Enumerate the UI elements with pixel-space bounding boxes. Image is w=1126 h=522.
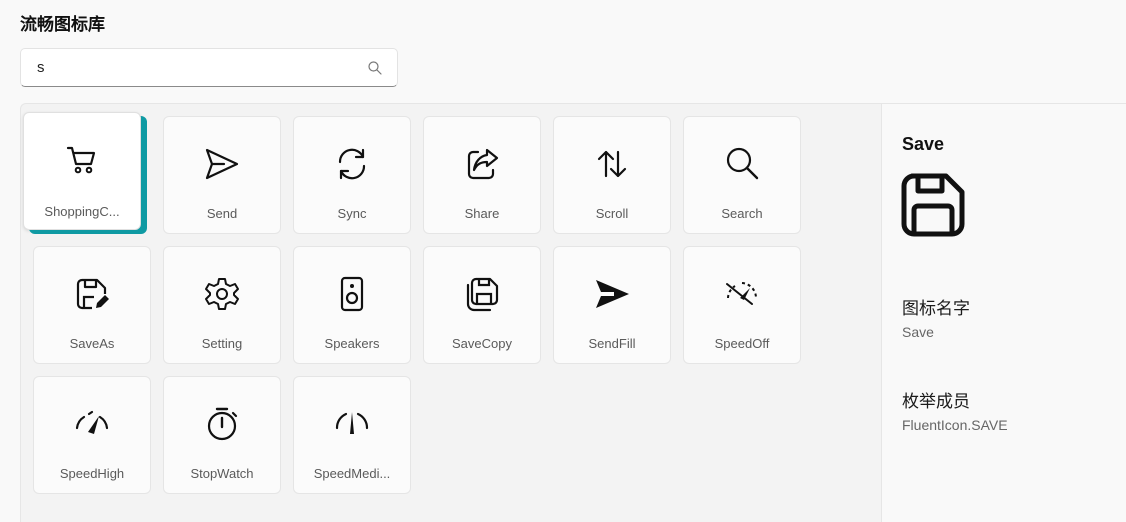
save-icon — [900, 172, 966, 238]
speed-off-icon — [722, 274, 762, 314]
send-fill-icon — [592, 274, 632, 314]
search-icon[interactable] — [367, 60, 383, 76]
speakers-icon — [332, 274, 372, 314]
icon-label: ShoppingC... — [44, 204, 120, 219]
icon-card-speakers[interactable]: Speakers — [293, 246, 411, 364]
icon-label: Setting — [201, 336, 243, 351]
icon-card-stopwatch[interactable]: StopWatch — [163, 376, 281, 494]
speed-high-icon — [72, 404, 112, 444]
icon-card-sync[interactable]: Sync — [293, 116, 411, 234]
icon-label: Share — [464, 206, 500, 221]
icon-card-search[interactable]: Search — [683, 116, 801, 234]
icon-label: SaveAs — [69, 336, 115, 351]
search-input[interactable] — [21, 49, 367, 86]
scroll-icon — [592, 144, 632, 184]
icon-label: Send — [206, 206, 238, 221]
icon-panel: ShoppingC... Send Sync Share Scroll Sear… — [20, 103, 881, 522]
search-box — [20, 48, 398, 87]
icon-card-send[interactable]: Send — [163, 116, 281, 234]
enum-member-value: FluentIcon.SAVE — [902, 417, 1008, 433]
icon-label: SpeedHigh — [59, 466, 125, 481]
icon-label: StopWatch — [190, 466, 254, 481]
icon-label: SpeedMedi... — [313, 466, 391, 481]
save-copy-icon — [462, 274, 502, 314]
icon-name-heading: 图标名字 — [902, 299, 970, 318]
icon-label: Speakers — [324, 336, 380, 351]
icon-card-speedmedium[interactable]: SpeedMedi... — [293, 376, 411, 494]
stopwatch-icon — [202, 404, 242, 444]
icon-detail-panel: Save 图标名字 Save 枚举成员 FluentIcon.SAVE — [881, 103, 1126, 522]
icon-label: Scroll — [595, 206, 629, 221]
icon-card-setting[interactable]: Setting — [163, 246, 281, 364]
page-title: 流畅图标库 — [20, 15, 105, 34]
icon-label: SendFill — [588, 336, 636, 351]
enum-member-heading: 枚举成员 — [902, 392, 970, 411]
icon-card-speedoff[interactable]: SpeedOff — [683, 246, 801, 364]
icon-card-saveas[interactable]: SaveAs — [33, 246, 151, 364]
shopping-cart-icon — [62, 140, 102, 180]
setting-icon — [202, 274, 242, 314]
icon-card-scroll[interactable]: Scroll — [553, 116, 671, 234]
speed-medium-icon — [332, 404, 372, 444]
icon-card-savecopy[interactable]: SaveCopy — [423, 246, 541, 364]
icon-label: SaveCopy — [452, 336, 512, 351]
detail-title: Save — [902, 134, 945, 154]
share-icon — [462, 144, 502, 184]
icon-card-shoppingcart[interactable]: ShoppingC... — [23, 112, 141, 230]
icon-label: Sync — [337, 206, 367, 221]
icon-label: SpeedOff — [714, 336, 770, 351]
icon-card-speedhigh[interactable]: SpeedHigh — [33, 376, 151, 494]
icon-label: Search — [721, 206, 763, 221]
search-icon — [722, 144, 762, 184]
icon-card-share[interactable]: Share — [423, 116, 541, 234]
icon-name-value: Save — [902, 324, 934, 340]
send-icon — [202, 144, 242, 184]
sync-icon — [332, 144, 372, 184]
save-as-icon — [72, 274, 112, 314]
icon-card-sendfill[interactable]: SendFill — [553, 246, 671, 364]
